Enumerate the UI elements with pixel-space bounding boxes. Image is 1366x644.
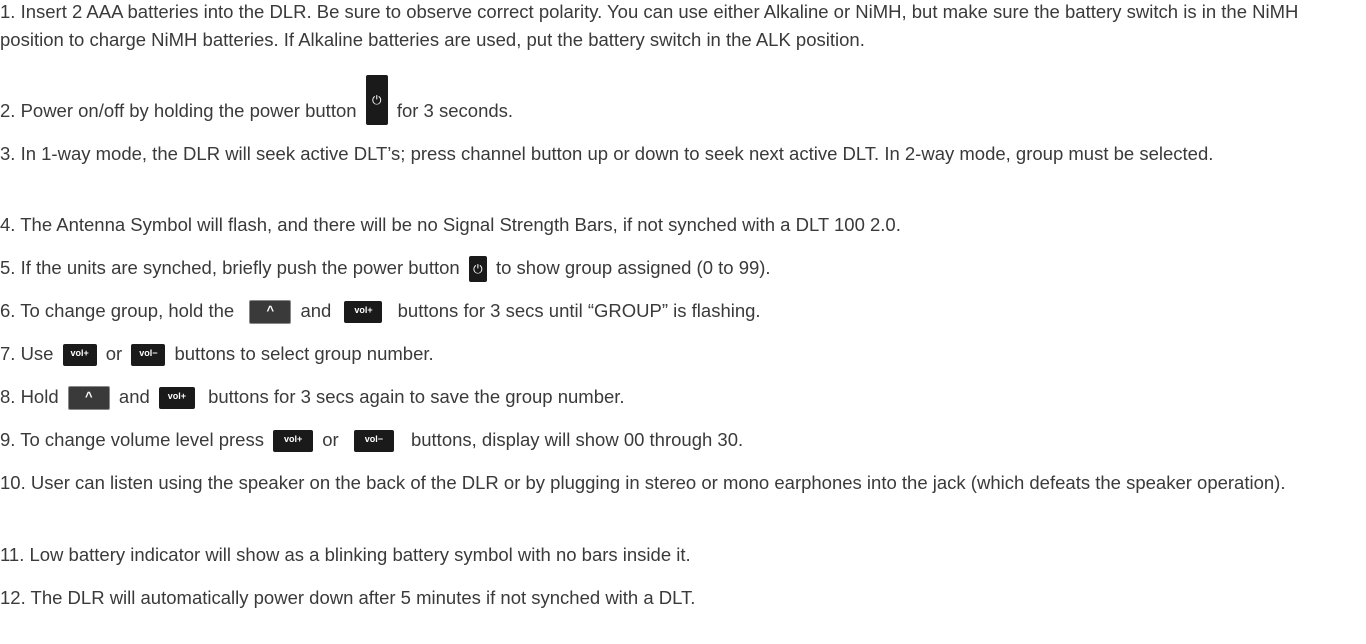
step-3: 3. In 1-way mode, the DLR will seek acti… [0, 143, 1214, 164]
step-7: 7. Use vol+ or vol− buttons to select gr… [0, 340, 1366, 368]
vol-minus-button-icon: vol− [353, 430, 394, 453]
vol-plus-button-icon: vol+ [273, 430, 314, 453]
vol-plus-button-icon: vol+ [62, 344, 97, 367]
step-9-text-c: buttons, display will show 00 through 30… [410, 429, 744, 450]
step-7-text-a: 7. Use [0, 343, 54, 364]
channel-up-button-icon: ^ [67, 386, 110, 411]
step-6-text-c: buttons for 3 secs until “GROUP” is flas… [397, 300, 761, 321]
power-button-icon: ⏻ [365, 75, 388, 126]
step-1: 1. Insert 2 AAA batteries into the DLR. … [0, 1, 1299, 50]
step-9-text-a: 9. To change volume level press [0, 429, 264, 450]
step-8-text-a: 8. Hold [0, 386, 59, 407]
channel-up-button-icon: ^ [249, 300, 292, 325]
instructions-page: { "steps": { "s1": "1. Insert 2 AAA batt… [0, 0, 1366, 644]
step-2-text-a: 2. Power on/off by holding the power but… [0, 100, 357, 121]
step-5-text-a: 5. If the units are synched, briefly pus… [0, 257, 460, 278]
step-10: 10. User can listen using the speaker on… [0, 472, 1286, 493]
vol-plus-button-icon: vol+ [344, 301, 383, 324]
step-7-text-b: or [105, 343, 123, 364]
step-4: 4. The Antenna Symbol will flash, and th… [0, 214, 901, 235]
step-6-text-a: 6. To change group, hold the [0, 300, 235, 321]
step-2-text-b: for 3 seconds. [396, 100, 514, 121]
step-6-text-b: and [300, 300, 332, 321]
vol-minus-button-icon: vol− [131, 344, 166, 367]
step-8: 8. Hold ^ and vol+ buttons for 3 secs ag… [0, 383, 1366, 411]
step-12: 12. The DLR will automatically power dow… [0, 587, 696, 608]
step-9: 9. To change volume level press vol+ or … [0, 426, 1366, 454]
step-8-text-b: and [118, 386, 150, 407]
step-5-text-b: to show group assigned (0 to 99). [495, 257, 771, 278]
step-5: 5. If the units are synched, briefly pus… [0, 254, 1366, 283]
step-11: 11. Low battery indicator will show as a… [0, 544, 691, 565]
vol-plus-button-icon: vol+ [158, 387, 195, 410]
step-2: 2. Power on/off by holding the power but… [0, 75, 1366, 126]
step-7-text-c: buttons to select group number. [174, 343, 434, 364]
power-button-icon: ⏻ [468, 256, 487, 283]
step-8-text-c: buttons for 3 secs again to save the gro… [208, 386, 625, 407]
step-9-text-b: or [322, 429, 339, 450]
step-6: 6. To change group, hold the ^ and vol+ … [0, 297, 1366, 325]
